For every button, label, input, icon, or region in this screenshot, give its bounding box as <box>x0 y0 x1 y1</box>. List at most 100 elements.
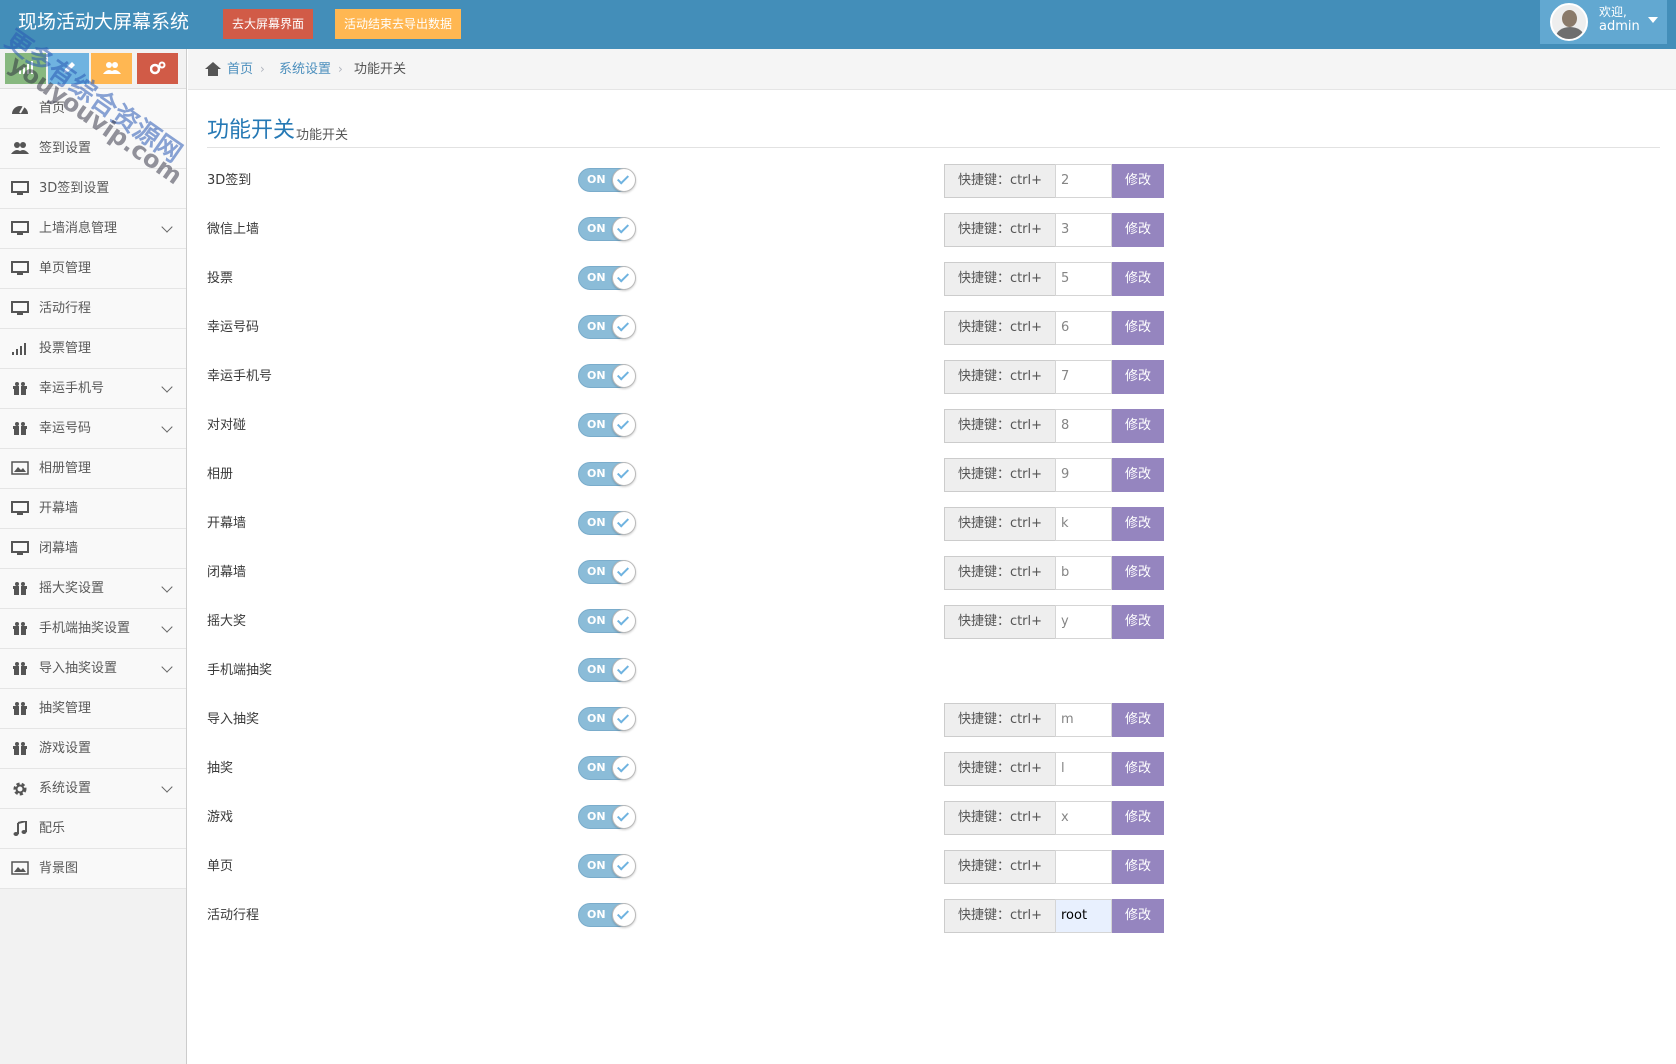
feature-row: 导入抽奖 ON 快捷键：ctrl+ m 修改 <box>207 703 1207 737</box>
feature-toggle[interactable]: ON <box>578 854 636 878</box>
feature-toggle[interactable]: ON <box>578 364 636 388</box>
hotkey-input[interactable]: 2 <box>1055 164 1112 198</box>
breadcrumb: 首页 › 系统设置 › 功能开关 <box>188 49 1676 90</box>
brand-title[interactable]: 现场活动大屏幕系统 <box>18 9 189 35</box>
cogs-icon[interactable] <box>137 53 178 84</box>
hotkey-input[interactable]: 8 <box>1055 409 1112 443</box>
edit-hotkey-button[interactable]: 修改 <box>1112 850 1164 884</box>
sidebar-item-shake-prize[interactable]: 摇大奖设置 <box>0 569 186 609</box>
feature-toggle[interactable]: ON <box>578 756 636 780</box>
feature-row: 单页 ON 快捷键：ctrl+ 修改 <box>207 850 1207 884</box>
hotkey-group: 快捷键：ctrl+ 9 修改 <box>944 458 1164 492</box>
users-icon[interactable] <box>91 53 132 84</box>
sidebar-item-system-settings[interactable]: 系统设置 <box>0 769 186 809</box>
hotkey-prefix-label: 快捷键：ctrl+ <box>944 409 1056 443</box>
feature-label: 幸运号码 <box>207 320 260 335</box>
gift-icon <box>10 661 30 677</box>
feature-toggle[interactable]: ON <box>578 462 636 486</box>
toggle-on-label: ON <box>587 859 606 872</box>
sidebar-item-single-page[interactable]: 单页管理 <box>0 249 186 289</box>
feature-toggle[interactable]: ON <box>578 805 636 829</box>
sidebar-item-schedule[interactable]: 活动行程 <box>0 289 186 329</box>
user-menu[interactable]: 欢迎, admin <box>1540 0 1667 44</box>
feature-toggle[interactable]: ON <box>578 413 636 437</box>
sidebar-item-lucky-number[interactable]: 幸运号码 <box>0 409 186 449</box>
sidebar-item-mobile-lottery[interactable]: 手机端抽奖设置 <box>0 609 186 649</box>
toggle-on-label: ON <box>587 908 606 921</box>
feature-toggle[interactable]: ON <box>578 511 636 535</box>
edit-hotkey-button[interactable]: 修改 <box>1112 556 1164 590</box>
hotkey-input[interactable]: 9 <box>1055 458 1112 492</box>
sidebar-item-music[interactable]: 配乐 <box>0 809 186 849</box>
sidebar-item-album[interactable]: 相册管理 <box>0 449 186 489</box>
edit-hotkey-button[interactable]: 修改 <box>1112 360 1164 394</box>
hotkey-input[interactable]: 7 <box>1055 360 1112 394</box>
feature-toggle[interactable]: ON <box>578 266 636 290</box>
breadcrumb-home[interactable]: 首页 <box>227 61 253 79</box>
edit-hotkey-button[interactable]: 修改 <box>1112 164 1164 198</box>
hotkey-prefix-label: 快捷键：ctrl+ <box>944 164 1056 198</box>
feature-toggle[interactable]: ON <box>578 658 636 682</box>
pencil-icon[interactable] <box>48 53 89 84</box>
breadcrumb-settings[interactable]: 系统设置 <box>279 61 331 79</box>
edit-hotkey-button[interactable]: 修改 <box>1112 262 1164 296</box>
edit-hotkey-button[interactable]: 修改 <box>1112 605 1164 639</box>
edit-hotkey-button[interactable]: 修改 <box>1112 801 1164 835</box>
sidebar-item-vote[interactable]: 投票管理 <box>0 329 186 369</box>
sidebar-item-checkin[interactable]: 签到设置 <box>0 129 186 169</box>
feature-toggle[interactable]: ON <box>578 903 636 927</box>
hotkey-input[interactable]: l <box>1055 752 1112 786</box>
edit-hotkey-button[interactable]: 修改 <box>1112 311 1164 345</box>
feature-toggle[interactable]: ON <box>578 315 636 339</box>
signal-icon[interactable] <box>5 53 46 84</box>
sidebar-item-closing-wall[interactable]: 闭幕墙 <box>0 529 186 569</box>
edit-hotkey-button[interactable]: 修改 <box>1112 899 1164 933</box>
edit-hotkey-button[interactable]: 修改 <box>1112 458 1164 492</box>
sidebar-item-home[interactable]: 首页 <box>0 89 186 129</box>
sidebar-item-lottery-manage[interactable]: 抽奖管理 <box>0 689 186 729</box>
check-icon <box>612 609 636 633</box>
hotkey-group: 快捷键：ctrl+ 3 修改 <box>944 213 1164 247</box>
desktop-icon <box>10 221 30 237</box>
sidebar-item-3d-checkin[interactable]: 3D签到设置 <box>0 169 186 209</box>
feature-row: 投票 ON 快捷键：ctrl+ 5 修改 <box>207 262 1207 296</box>
feature-toggle[interactable]: ON <box>578 217 636 241</box>
hotkey-input[interactable]: root <box>1055 899 1112 933</box>
breadcrumb-current: 功能开关 <box>354 62 407 77</box>
toggle-on-label: ON <box>587 614 606 627</box>
sidebar-item-lucky-phone[interactable]: 幸运手机号 <box>0 369 186 409</box>
feature-row: 摇大奖 ON 快捷键：ctrl+ y 修改 <box>207 605 1207 639</box>
hotkey-input[interactable]: k <box>1055 507 1112 541</box>
desktop-icon <box>10 261 30 277</box>
big-screen-button[interactable]: 去大屏幕界面 <box>223 9 314 39</box>
export-data-button[interactable]: 活动结束去导出数据 <box>335 9 462 39</box>
hotkey-input[interactable]: y <box>1055 605 1112 639</box>
toggle-on-label: ON <box>587 565 606 578</box>
edit-hotkey-button[interactable]: 修改 <box>1112 213 1164 247</box>
feature-toggle[interactable]: ON <box>578 707 636 731</box>
hotkey-input[interactable]: 5 <box>1055 262 1112 296</box>
sidebar-item-background[interactable]: 背景图 <box>0 849 186 889</box>
edit-hotkey-button[interactable]: 修改 <box>1112 507 1164 541</box>
hotkey-input[interactable]: x <box>1055 801 1112 835</box>
hotkey-input[interactable]: 6 <box>1055 311 1112 345</box>
feature-toggle[interactable]: ON <box>578 560 636 584</box>
hotkey-input[interactable]: b <box>1055 556 1112 590</box>
hotkey-input[interactable]: m <box>1055 703 1112 737</box>
chevron-down-icon <box>161 581 173 593</box>
feature-toggle[interactable]: ON <box>578 168 636 192</box>
sidebar-item-game-settings[interactable]: 游戏设置 <box>0 729 186 769</box>
edit-hotkey-button[interactable]: 修改 <box>1112 409 1164 443</box>
check-icon <box>612 560 636 584</box>
edit-hotkey-button[interactable]: 修改 <box>1112 703 1164 737</box>
hotkey-input[interactable]: 3 <box>1055 213 1112 247</box>
sidebar-item-wall-messages[interactable]: 上墙消息管理 <box>0 209 186 249</box>
edit-hotkey-button[interactable]: 修改 <box>1112 752 1164 786</box>
sidebar-item-import-lottery[interactable]: 导入抽奖设置 <box>0 649 186 689</box>
sidebar-item-opening-wall[interactable]: 开幕墙 <box>0 489 186 529</box>
picture-icon <box>10 461 30 477</box>
feature-toggle[interactable]: ON <box>578 609 636 633</box>
feature-row: 幸运号码 ON 快捷键：ctrl+ 6 修改 <box>207 311 1207 345</box>
hotkey-input[interactable] <box>1055 850 1112 884</box>
hotkey-prefix-label: 快捷键：ctrl+ <box>944 801 1056 835</box>
